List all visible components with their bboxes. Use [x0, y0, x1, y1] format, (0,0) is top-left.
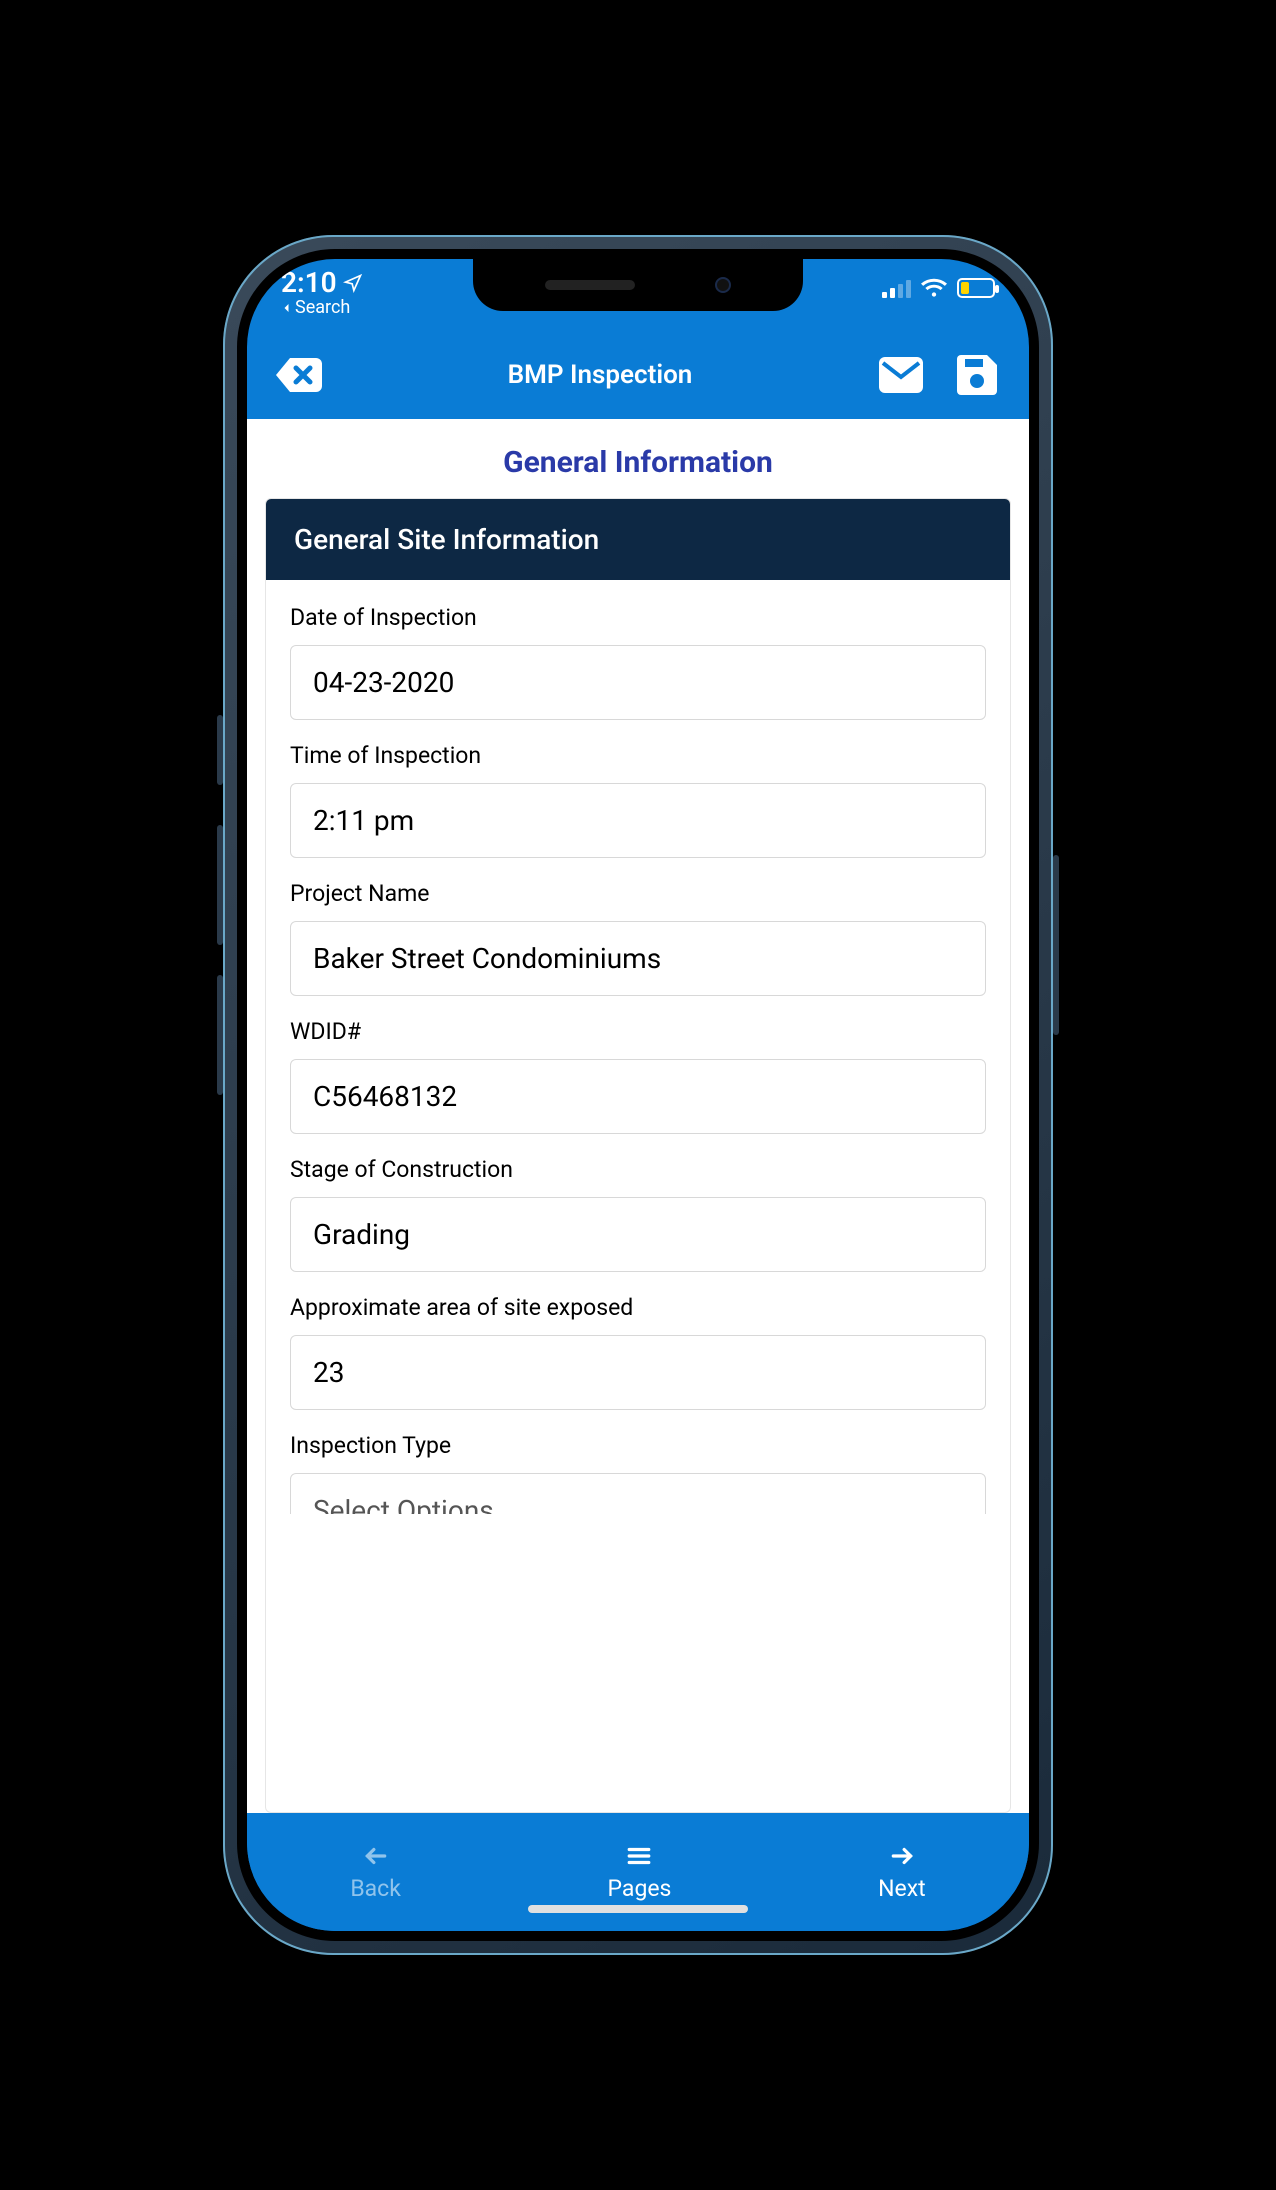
menu-icon: [624, 1843, 654, 1869]
inspection-type-select[interactable]: Select Options: [290, 1473, 986, 1514]
mail-icon: [879, 357, 923, 393]
field-time-of-inspection: Time of Inspection: [290, 742, 986, 858]
wifi-icon: [921, 277, 947, 299]
field-label: Stage of Construction: [290, 1156, 986, 1183]
status-time-text: 2:10: [281, 269, 337, 297]
header-title: BMP Inspection: [508, 360, 693, 390]
close-icon: [276, 356, 322, 394]
home-indicator[interactable]: [528, 1905, 748, 1913]
section-header: General Site Information: [266, 499, 1010, 580]
page-title: General Information: [247, 419, 1029, 498]
save-icon: [957, 355, 997, 395]
field-label: WDID#: [290, 1018, 986, 1045]
field-wdid: WDID#: [290, 1018, 986, 1134]
field-label: Approximate area of site exposed: [290, 1294, 986, 1321]
phone-silent-switch: [217, 715, 223, 785]
close-button[interactable]: [275, 351, 323, 399]
status-back-label: Search: [295, 299, 350, 317]
nav-pages-button[interactable]: Pages: [608, 1843, 672, 1902]
nav-back-label: Back: [350, 1875, 401, 1902]
form-body[interactable]: Date of Inspection Time of Inspection Pr…: [266, 580, 1010, 1514]
date-of-inspection-input[interactable]: [290, 645, 986, 720]
phone-notch: [473, 259, 803, 311]
status-time: 2:10: [281, 269, 363, 297]
nav-pages-label: Pages: [608, 1875, 672, 1902]
field-inspection-type: Inspection Type Select Options: [290, 1432, 986, 1514]
nav-back-button[interactable]: Back: [350, 1843, 401, 1902]
arrow-right-icon: [887, 1843, 917, 1869]
stage-of-construction-input[interactable]: [290, 1197, 986, 1272]
phone-speaker: [545, 280, 635, 290]
field-approximate-area: Approximate area of site exposed: [290, 1294, 986, 1410]
back-caret-icon: [281, 302, 293, 314]
location-icon: [343, 273, 363, 293]
app-header: BMP Inspection: [247, 331, 1029, 419]
save-button[interactable]: [953, 351, 1001, 399]
time-of-inspection-input[interactable]: [290, 783, 986, 858]
mail-button[interactable]: [877, 351, 925, 399]
bottom-nav: Back Pages Next: [247, 1813, 1029, 1931]
screen: 2:10 Search: [247, 259, 1029, 1931]
cellular-signal-icon: [882, 278, 911, 298]
project-name-input[interactable]: [290, 921, 986, 996]
field-stage-of-construction: Stage of Construction: [290, 1156, 986, 1272]
phone-volume-up: [217, 825, 223, 945]
phone-volume-down: [217, 975, 223, 1095]
field-project-name: Project Name: [290, 880, 986, 996]
nav-next-label: Next: [878, 1875, 926, 1902]
form-card: General Site Information Date of Inspect…: [265, 498, 1011, 1813]
field-label: Inspection Type: [290, 1432, 986, 1459]
approximate-area-input[interactable]: [290, 1335, 986, 1410]
phone-camera: [715, 277, 731, 293]
field-label: Time of Inspection: [290, 742, 986, 769]
phone-frame: 2:10 Search: [223, 235, 1053, 1955]
nav-next-button[interactable]: Next: [878, 1843, 926, 1902]
content-area: General Information General Site Informa…: [247, 419, 1029, 1813]
field-label: Project Name: [290, 880, 986, 907]
wdid-input[interactable]: [290, 1059, 986, 1134]
battery-icon: [957, 278, 995, 298]
status-back-to-search[interactable]: Search: [281, 299, 363, 317]
arrow-left-icon: [361, 1843, 391, 1869]
phone-power-button: [1053, 855, 1059, 1035]
field-label: Date of Inspection: [290, 604, 986, 631]
field-date-of-inspection: Date of Inspection: [290, 604, 986, 720]
